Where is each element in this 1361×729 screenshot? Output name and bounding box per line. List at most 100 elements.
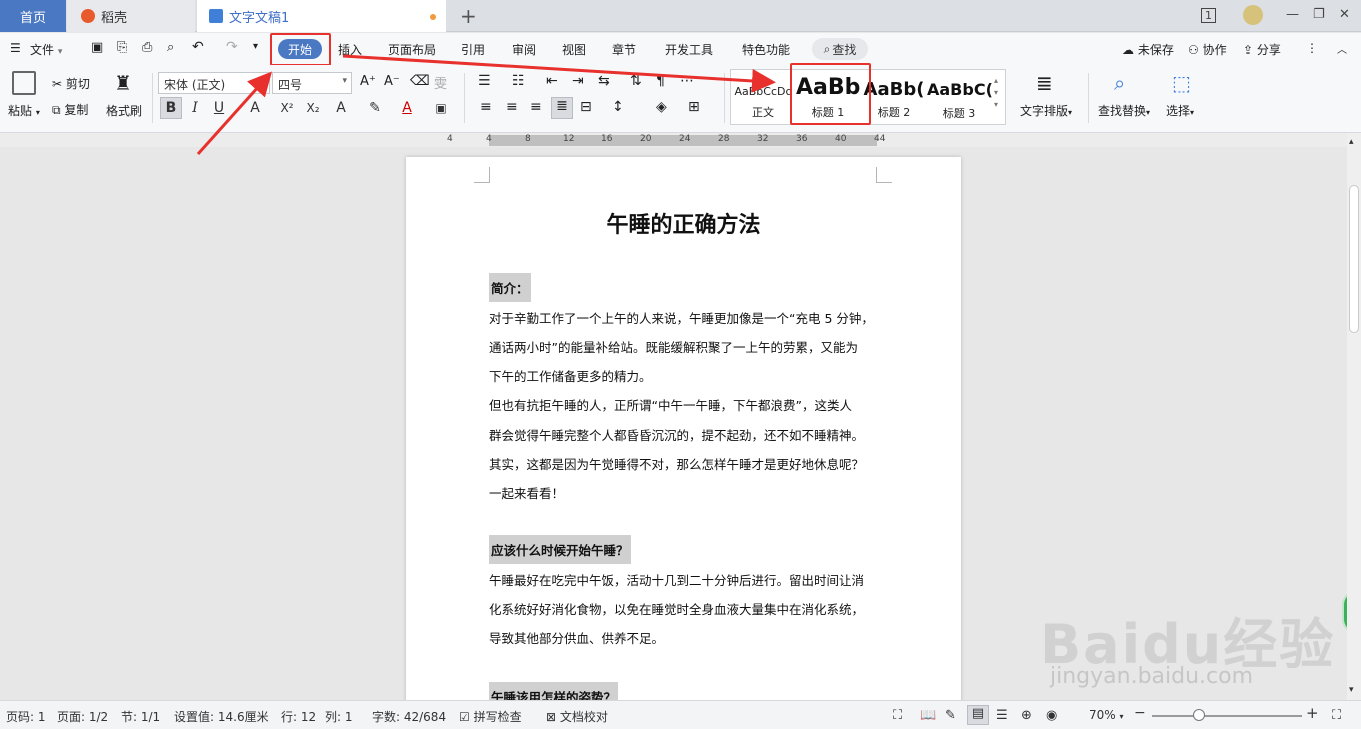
collab-button[interactable]: ⚇ 协作	[1188, 41, 1227, 58]
print-icon[interactable]: ⎙	[142, 40, 152, 55]
avatar[interactable]	[1243, 5, 1263, 25]
fullscreen-icon[interactable]: ⛶	[893, 708, 902, 723]
format-painter-button[interactable]: 格式刷	[106, 102, 142, 119]
paragraph-line[interactable]: 午睡最好在吃完中午饭，活动十几到二十分钟后进行。留出时间让消	[489, 570, 864, 589]
decrease-indent-icon[interactable]: ⇤	[546, 73, 558, 89]
restore-icon[interactable]: ❐	[1313, 7, 1325, 22]
style-normal[interactable]: AaBbCcDc 正文	[731, 71, 795, 123]
status-row[interactable]: 行: 12	[281, 708, 316, 725]
grow-font-icon[interactable]: A⁺	[360, 74, 376, 89]
hamburger-icon[interactable]: ☰	[10, 41, 21, 55]
redo-icon[interactable]: ↷	[226, 39, 238, 55]
zoom-slider[interactable]	[1152, 715, 1302, 717]
select-button[interactable]: 选择▾	[1166, 102, 1194, 119]
sort-icon[interactable]: ⇅	[630, 73, 642, 89]
paragraph-line[interactable]: 群会觉得午睡完整个人都昏昏沉沉的，提不起劲，还不如不睡精神。	[489, 425, 864, 444]
shrink-font-icon[interactable]: A⁻	[384, 74, 400, 89]
status-setting[interactable]: 设置值: 14.6厘米	[174, 708, 269, 725]
shading-icon[interactable]: ◈	[656, 99, 667, 115]
clear-format-icon[interactable]: ⌫	[410, 73, 430, 89]
underline-icon[interactable]: U	[208, 97, 230, 119]
paste-icon[interactable]	[12, 71, 36, 95]
increase-indent-icon[interactable]: ⇥	[572, 73, 584, 89]
justify-icon[interactable]: ≣	[551, 97, 573, 119]
style-heading2[interactable]: AaBb( 标题 2	[862, 71, 926, 123]
char-border-icon[interactable]: ▣	[430, 97, 452, 119]
paragraph-line[interactable]: 化系统好好消化食物，以免在睡觉时全身血液大量集中在消化系统，	[489, 599, 864, 618]
eye-protection-icon[interactable]: ◉	[1046, 708, 1057, 723]
menu-developer[interactable]: 开发工具	[665, 41, 713, 58]
close-icon[interactable]: ✕	[1339, 7, 1350, 22]
minimize-icon[interactable]: —	[1286, 7, 1299, 22]
superscript-icon[interactable]: X²	[276, 97, 298, 119]
collapse-ribbon-icon[interactable]: ︿	[1337, 41, 1347, 56]
chinese-layout-icon[interactable]: ⇆	[598, 73, 610, 89]
save-icon[interactable]: ▣	[91, 40, 103, 55]
zoom-slider-knob[interactable]	[1192, 709, 1205, 721]
read-mode-icon[interactable]: 📖	[920, 708, 936, 723]
status-section[interactable]: 节: 1/1	[121, 708, 160, 725]
window-count-badge[interactable]: 1	[1201, 8, 1216, 23]
text-effect-icon[interactable]: A	[330, 97, 352, 119]
align-left-icon[interactable]: ≡	[480, 99, 492, 115]
zoom-out-icon[interactable]: −	[1134, 705, 1146, 721]
zoom-in-icon[interactable]: +	[1306, 704, 1319, 722]
status-pages[interactable]: 页面: 1/2	[57, 708, 108, 725]
italic-icon[interactable]: I	[184, 97, 206, 119]
cloud-unsaved[interactable]: ☁ 未保存	[1122, 41, 1174, 58]
menu-view[interactable]: 视图	[562, 41, 586, 58]
scroll-down-icon[interactable]: ▾	[1349, 685, 1354, 695]
menu-reference[interactable]: 引用	[461, 41, 485, 58]
menu-section[interactable]: 章节	[612, 41, 636, 58]
menu-insert[interactable]: 插入	[338, 41, 362, 58]
paragraph-line[interactable]: 下午的工作储备更多的精力。	[489, 366, 652, 385]
paragraph-line[interactable]: 通话两小时”的能量补给站。既能缓解积聚了一上午的劳累，又能为	[489, 337, 858, 356]
fit-page-icon[interactable]: ⛶	[1332, 708, 1341, 723]
tab-document[interactable]: 文字文稿1	[197, 0, 446, 32]
vertical-scrollbar[interactable]: ▴ ▾	[1347, 133, 1361, 700]
font-name-select[interactable]: 宋体 (正文) ▾	[158, 72, 270, 94]
borders-icon[interactable]: ⊞	[688, 99, 700, 115]
bullet-list-icon[interactable]: ☰	[478, 73, 491, 89]
text-layout-icon[interactable]: ≣	[1036, 71, 1053, 95]
find-replace-icon[interactable]: ⌕	[1114, 71, 1125, 95]
page-view-icon[interactable]: ▤	[967, 705, 989, 725]
distributed-icon[interactable]: ⊟	[580, 99, 592, 115]
horizontal-ruler[interactable]: 4 4 8 12 16 20 24 28 32 36 40 44	[0, 133, 1347, 147]
paragraph-line[interactable]: 对于辛勤工作了一个上午的人来说，午睡更加像是一个“充电 5 分钟，	[489, 308, 874, 327]
tab-daoke[interactable]: 稻壳	[67, 0, 195, 32]
more-icon[interactable]: ⋮	[1306, 41, 1318, 55]
undo-icon[interactable]: ↶	[192, 39, 204, 55]
paragraph-line[interactable]: 一起来看看！	[489, 483, 564, 502]
paragraph-line[interactable]: 但也有抗拒午睡的人，正所谓“中午一午睡，下午都浪费”，这类人	[489, 395, 852, 414]
show-marks-icon[interactable]: ¶	[656, 73, 665, 89]
menu-layout[interactable]: 页面布局	[388, 41, 436, 58]
find-replace-button[interactable]: 查找替换▾	[1098, 102, 1150, 119]
copy-button[interactable]: ⧉ 复制	[52, 101, 88, 118]
align-right-icon[interactable]: ≡	[530, 99, 542, 115]
document-page[interactable]: 午睡的正确方法 简介： 对于辛勤工作了一个上午的人来说，午睡更加像是一个“充电 …	[406, 157, 961, 700]
section-heading[interactable]: 午睡该用怎样的姿势？	[489, 682, 619, 700]
scroll-up-icon[interactable]: ▴	[1349, 137, 1354, 147]
font-color-a-icon[interactable]: A	[244, 97, 266, 119]
status-words[interactable]: 字数: 42/684	[372, 708, 446, 725]
outline-view-icon[interactable]: ☰	[996, 708, 1008, 723]
document-title[interactable]: 午睡的正确方法	[406, 207, 961, 239]
scrollbar-thumb[interactable]	[1349, 185, 1359, 333]
proofread-button[interactable]: ⊠ 文档校对	[546, 708, 608, 725]
section-heading[interactable]: 应该什么时候开始午睡？	[489, 535, 631, 564]
select-icon[interactable]: ⬚	[1172, 71, 1191, 95]
web-view-icon[interactable]: ⊕	[1021, 708, 1032, 723]
tab-home[interactable]: 首页	[0, 0, 66, 32]
quick-access-more-icon[interactable]: ▾	[253, 41, 258, 52]
spell-check-button[interactable]: ☑ 拼写检查	[459, 708, 522, 725]
menu-features[interactable]: 特色功能	[742, 41, 790, 58]
phonetic-icon[interactable]: 雯	[434, 73, 447, 92]
new-tab-icon[interactable]: +	[460, 4, 477, 28]
edit-mode-icon[interactable]: ✎	[945, 708, 956, 723]
paste-button[interactable]: 粘贴 ▾	[8, 102, 40, 119]
more-icon[interactable]: ⋯	[680, 73, 694, 89]
font-color-icon[interactable]: A	[396, 97, 418, 119]
line-spacing-icon[interactable]: ↕	[612, 99, 624, 115]
style-scroll-icon[interactable]: ▴ ▾ ▾	[994, 75, 998, 111]
